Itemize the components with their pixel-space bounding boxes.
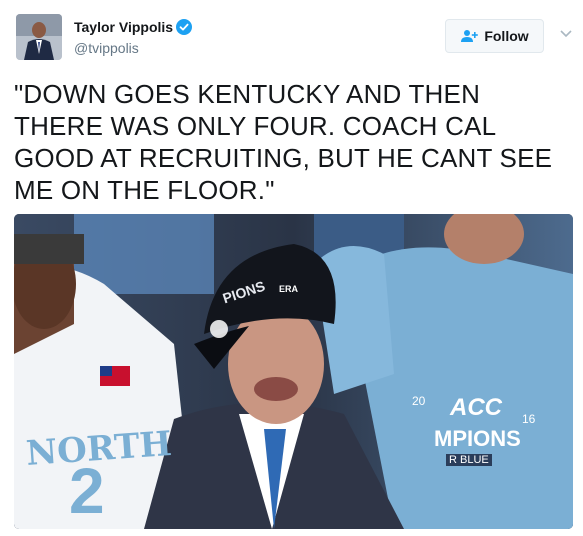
avatar[interactable] <box>16 14 62 60</box>
add-person-icon <box>461 30 479 42</box>
jersey-number: 2 <box>69 455 105 527</box>
user-name[interactable]: Taylor Vippolis <box>74 19 173 35</box>
verified-badge-icon <box>176 19 192 35</box>
shirt-champions: MPIONS <box>434 426 521 451</box>
user-handle[interactable]: @tvippolis <box>74 40 139 56</box>
tweet-photo[interactable]: NORTH 2 20 ACC 16 MPIONS R BLUE PIONS ER… <box>14 214 573 529</box>
shirt-acc: ACC <box>450 394 502 421</box>
tweet-text: "DOWN GOES KENTUCKY AND THEN THERE WAS O… <box>14 79 553 205</box>
follow-label: Follow <box>484 28 529 44</box>
follow-button[interactable]: Follow <box>445 19 544 53</box>
shirt-year-left: 20 <box>412 394 426 408</box>
avatar-image <box>16 14 62 60</box>
shirt-year-right: 16 <box>522 412 536 426</box>
hat-brand: ERA <box>279 284 299 294</box>
chevron-down-icon[interactable] <box>559 29 573 39</box>
shirt-blue: R BLUE <box>446 454 492 466</box>
